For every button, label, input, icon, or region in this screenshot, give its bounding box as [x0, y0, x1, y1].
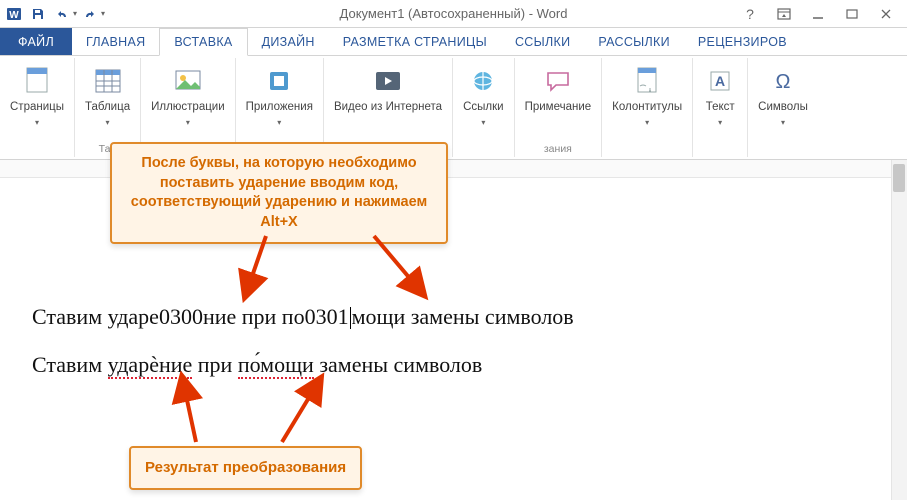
pages-icon: [20, 64, 54, 98]
arrow-top-left: [240, 236, 290, 299]
tab-home[interactable]: ГЛАВНАЯ: [72, 28, 159, 55]
video-icon: [371, 64, 405, 98]
video-label: Видео из Интернета: [334, 101, 442, 114]
minimize-icon[interactable]: [809, 5, 827, 23]
comment-icon: [541, 64, 575, 98]
illustrations-label: Иллюстрации: [151, 101, 225, 114]
redo-icon[interactable]: [80, 4, 100, 24]
line2-part-c: при: [192, 352, 238, 377]
text-cursor: [350, 307, 351, 329]
links-label: Ссылки: [463, 101, 504, 114]
undo-dropdown[interactable]: ▾: [73, 9, 77, 18]
callout-result: Результат преобразования: [129, 446, 362, 490]
chevron-down-icon: ▾: [781, 118, 785, 127]
group-symbols: Ω Символы ▾: [748, 58, 818, 157]
chevron-down-icon: ▾: [277, 118, 281, 127]
symbols-icon: Ω: [766, 64, 800, 98]
undo-icon[interactable]: [52, 4, 72, 24]
tab-layout[interactable]: РАЗМЕТКА СТРАНИЦЫ: [329, 28, 501, 55]
illustrations-button[interactable]: Иллюстрации ▾: [147, 62, 229, 129]
group-comments: Примечание зания: [515, 58, 603, 157]
tab-mailings[interactable]: РАССЫЛКИ: [584, 28, 684, 55]
apps-button[interactable]: Приложения ▾: [242, 62, 317, 129]
tab-review[interactable]: РЕЦЕНЗИРОВ: [684, 28, 801, 55]
comment-button[interactable]: Примечание: [521, 62, 596, 116]
links-button[interactable]: Ссылки ▾: [459, 62, 508, 129]
video-button[interactable]: Видео из Интернета: [330, 62, 446, 116]
ribbon-display-icon[interactable]: [775, 5, 793, 23]
line2-part-a: Ставим: [32, 352, 108, 377]
chevron-down-icon: ▾: [718, 118, 722, 127]
text-button[interactable]: A Текст ▾: [699, 62, 741, 129]
line1-code-0300: 0300: [159, 304, 203, 329]
headerfooter-icon: [630, 64, 664, 98]
apps-label: Приложения: [246, 101, 313, 114]
maximize-icon[interactable]: [843, 5, 861, 23]
group-text: A Текст ▾: [693, 58, 748, 157]
group-pages: Страницы ▾: [0, 58, 75, 157]
comment-label: Примечание: [525, 101, 592, 114]
symbols-button[interactable]: Ω Символы ▾: [754, 62, 812, 129]
svg-text:A: A: [715, 73, 725, 89]
qat-customize-dropdown[interactable]: ▾: [101, 9, 105, 18]
line1-code-0301: 0301: [305, 304, 349, 329]
table-button[interactable]: Таблица ▾: [81, 62, 134, 129]
arrow-bottom-right: [276, 380, 336, 453]
close-icon[interactable]: [877, 5, 895, 23]
table-label: Таблица: [85, 101, 130, 114]
chevron-down-icon: ▾: [186, 118, 190, 127]
headerfooter-button[interactable]: Колонтитулы ▾: [608, 62, 686, 129]
pages-label: Страницы: [10, 101, 64, 114]
quick-access-toolbar: W ▾ ▾: [0, 4, 111, 24]
tab-design[interactable]: ДИЗАЙН: [248, 28, 329, 55]
text-label: Текст: [706, 101, 735, 114]
tab-references[interactable]: ССЫЛКИ: [501, 28, 584, 55]
chevron-down-icon: ▾: [481, 118, 485, 127]
symbols-label: Символы: [758, 101, 808, 114]
group-links: Ссылки ▾: [453, 58, 515, 157]
line2-word-pomoshchi: по́мощи: [238, 352, 314, 379]
save-icon[interactable]: [28, 4, 48, 24]
svg-text:W: W: [9, 10, 19, 21]
line2-part-e: замены символов: [314, 352, 482, 377]
arrow-top-right: [368, 236, 438, 299]
window-title: Документ1 (Автосохраненный) - Word: [340, 6, 568, 21]
line1-part-c: ние при по: [203, 304, 305, 329]
svg-text:Ω: Ω: [776, 71, 791, 93]
ribbon-tabs: ФАЙЛ ГЛАВНАЯ ВСТАВКА ДИЗАЙН РАЗМЕТКА СТР…: [0, 28, 907, 56]
word-icon: W: [4, 4, 24, 24]
title-bar: W ▾ ▾ Документ1 (Автосохраненный) - Word…: [0, 0, 907, 28]
apps-icon: [262, 64, 296, 98]
arrow-bottom-left: [170, 380, 220, 453]
help-icon[interactable]: ?: [741, 5, 759, 23]
group-headerfooter: Колонтитулы ▾: [602, 58, 693, 157]
line1-part-e: мощи замены символов: [352, 304, 574, 329]
headerfooter-label: Колонтитулы: [612, 101, 682, 114]
chevron-down-icon: ▾: [106, 118, 110, 127]
window-controls: ?: [741, 5, 907, 23]
links-icon: [466, 64, 500, 98]
callout-instruction: После буквы, на которую необходимо поста…: [110, 142, 448, 244]
tab-file[interactable]: ФАЙЛ: [0, 28, 72, 55]
chevron-down-icon: ▾: [645, 118, 649, 127]
illustrations-icon: [171, 64, 205, 98]
line1-part-a: Ставим ударе: [32, 304, 159, 329]
document-line-2[interactable]: Ставим ударѐние при по́мощи замены симво…: [32, 352, 867, 378]
chevron-down-icon: ▾: [35, 118, 39, 127]
text-icon: A: [703, 64, 737, 98]
group-label-comments: зания: [544, 143, 572, 155]
line2-word-udarenie: ударѐние: [108, 352, 193, 379]
document-line-1[interactable]: Ставим ударе0300ние при по0301мощи замен…: [32, 304, 867, 330]
pages-button[interactable]: Страницы ▾: [6, 62, 68, 129]
table-icon: [91, 64, 125, 98]
tab-insert[interactable]: ВСТАВКА: [159, 28, 247, 56]
